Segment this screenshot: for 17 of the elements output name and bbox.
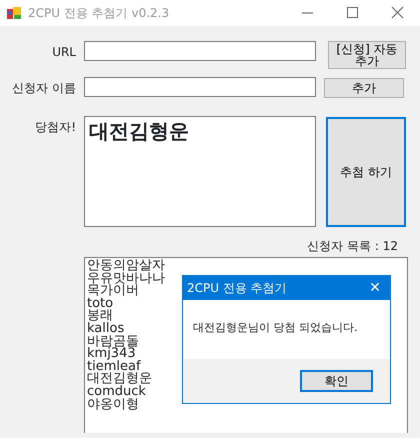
window-title: 2CPU 전용 추첨기 v0.2.3	[28, 5, 170, 22]
url-field[interactable]	[84, 41, 316, 61]
app-icon	[6, 5, 22, 21]
applicant-count: 신청자 목록 : 12	[307, 238, 398, 255]
ok-button[interactable]: 확인	[300, 370, 373, 392]
auto-add-button[interactable]: [신청] 자동 추가	[328, 41, 406, 69]
applicant-name-label: 신청자 이름	[12, 81, 76, 95]
dialog-message: 대전김형운님이 당첨 되었습니다.	[193, 321, 358, 334]
dialog-close-button[interactable]: ✕	[360, 278, 390, 298]
url-label: URL	[52, 45, 76, 59]
add-button[interactable]: 추가	[324, 78, 404, 98]
winner-label: 당첨자!	[35, 120, 76, 134]
draw-button[interactable]: 추첨 하기	[326, 117, 406, 227]
applicant-name-field[interactable]	[84, 77, 316, 97]
applicant-name[interactable]: 안동의암살자	[87, 260, 405, 273]
winner-display: 대전김형운	[84, 116, 316, 227]
dialog-title: 2CPU 전용 추첨기	[187, 280, 287, 297]
